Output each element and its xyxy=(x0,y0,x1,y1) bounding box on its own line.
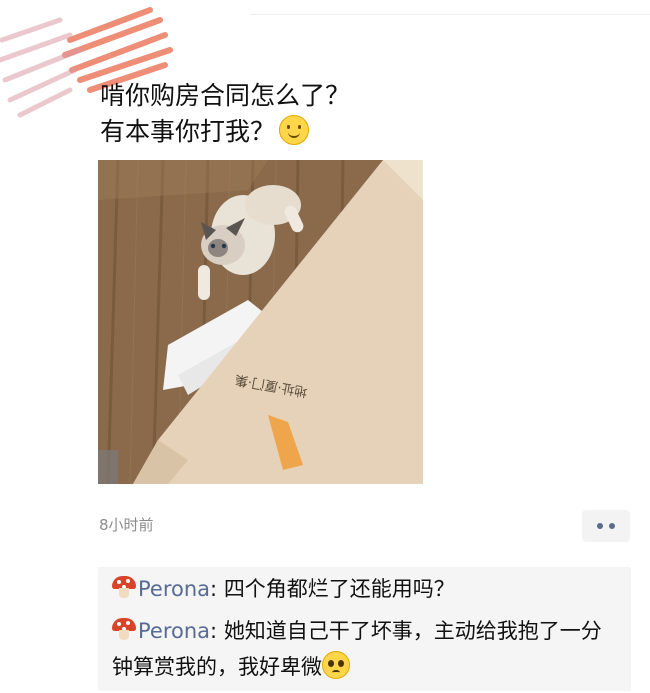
comment-text: 四个角都烂了还能用吗？ xyxy=(223,577,455,601)
cat-photo-illustration: 地址·厦门·集 xyxy=(98,160,423,484)
comment-author[interactable]: Perona xyxy=(138,619,210,643)
post-text: 啃你购房合同怎么了？ 有本事你打我？ xyxy=(100,78,350,150)
post-line-2-wrap: 有本事你打我？ xyxy=(100,114,350,150)
post-line-1: 啃你购房合同怎么了？ xyxy=(100,81,351,110)
comment-author[interactable]: Perona xyxy=(138,577,210,601)
post-photo[interactable]: 地址·厦门·集 xyxy=(98,160,423,484)
comment-item[interactable]: Perona: 她知道自己干了坏事，主动给我抱了一分钟算赏我的，我好卑微 xyxy=(112,613,622,685)
more-dots-icon[interactable] xyxy=(582,510,630,542)
top-divider xyxy=(250,14,650,15)
more-dot xyxy=(609,523,615,529)
mushroom-icon xyxy=(112,617,136,641)
more-dot xyxy=(597,523,603,529)
post-timestamp: 8小时前 xyxy=(99,516,154,534)
comment-separator: : xyxy=(210,577,224,601)
pleading-face-icon xyxy=(322,651,350,679)
mushroom-icon xyxy=(112,575,136,599)
comment-area: Perona: 四个角都烂了还能用吗？ Perona: 她知道自己干了坏事，主动… xyxy=(98,567,631,691)
smiling-face-icon xyxy=(279,115,310,145)
post-line-2: 有本事你打我？ xyxy=(100,117,276,146)
comment-item[interactable]: Perona: 四个角都烂了还能用吗？ xyxy=(112,571,622,607)
comment-separator: : xyxy=(210,619,224,643)
